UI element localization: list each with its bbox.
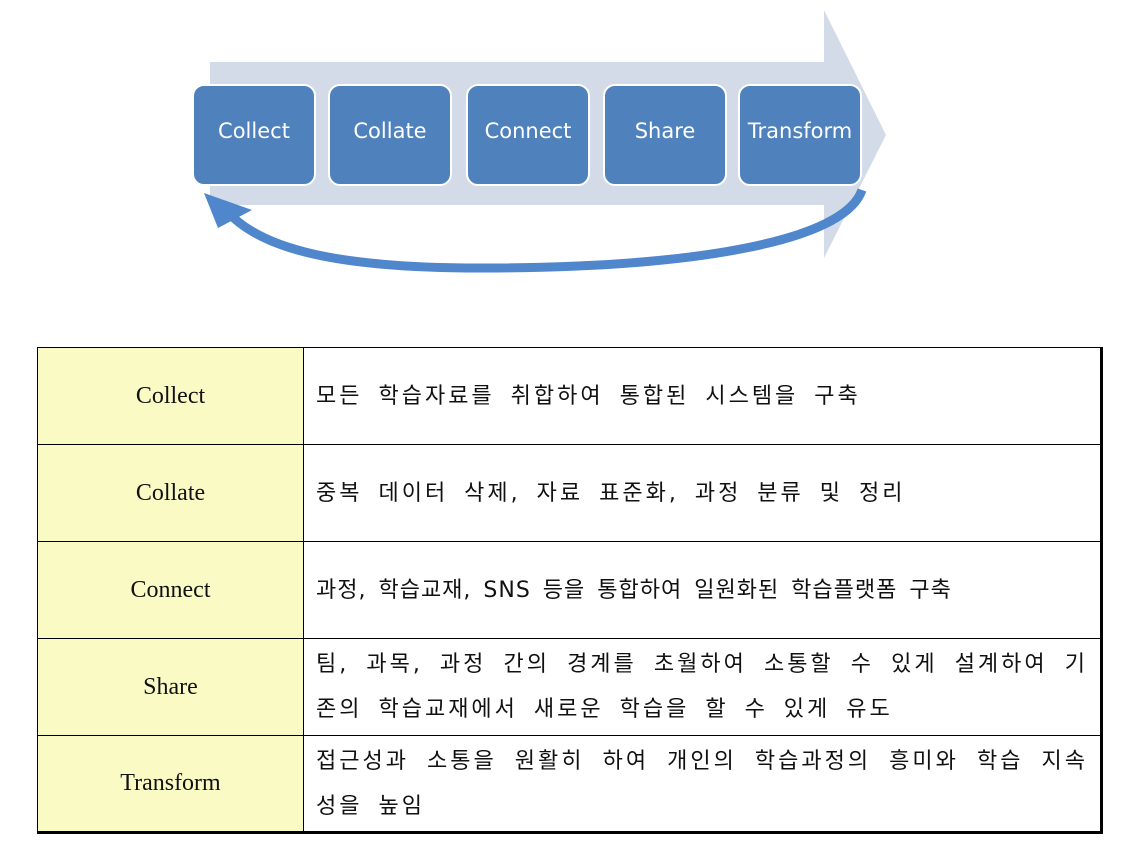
description-cell: 팀, 과목, 과정 간의 경계를 초월하여 소통할 수 있게 설계하여 기존의 … [303, 638, 1102, 736]
step-transform: Transform [738, 84, 862, 186]
step-connect: Connect [466, 84, 590, 186]
step-label: Connect [484, 119, 572, 143]
step-label: Collect [218, 119, 290, 143]
term-cell: Connect [37, 541, 304, 639]
term-cell: Share [37, 638, 304, 736]
table-row: Collate 중복 데이터 삭제, 자료 표준화, 과정 분류 및 정리 [37, 444, 1102, 542]
step-collect: Collect [192, 84, 316, 186]
term-cell: Collate [37, 444, 304, 542]
table-row: Transform 접근성과 소통을 원활히 하여 개인의 학습과정의 흥미와 … [37, 735, 1102, 833]
step-label: Collate [353, 119, 427, 143]
description-cell: 모든 학습자료를 취합하여 통합된 시스템을 구축 [303, 347, 1102, 445]
table-row: Share 팀, 과목, 과정 간의 경계를 초월하여 소통할 수 있게 설계하… [37, 638, 1102, 736]
table-row: Connect 과정, 학습교재, SNS 등을 통합하여 일원화된 학습플랫폼… [37, 541, 1102, 639]
description-cell: 중복 데이터 삭제, 자료 표준화, 과정 분류 및 정리 [303, 444, 1102, 542]
term-cell: Collect [37, 347, 304, 445]
step-collate: Collate [328, 84, 452, 186]
step-share: Share [603, 84, 727, 186]
table-row: Collect 모든 학습자료를 취합하여 통합된 시스템을 구축 [37, 347, 1102, 445]
definition-table: Collect 모든 학습자료를 취합하여 통합된 시스템을 구축 Collat… [37, 347, 1103, 834]
process-diagram: Collect Collate Connect Share Transform [0, 0, 1126, 300]
description-cell: 접근성과 소통을 원활히 하여 개인의 학습과정의 흥미와 학습 지속성을 높임 [303, 735, 1102, 833]
step-label: Share [634, 119, 696, 143]
step-label: Transform [747, 119, 853, 143]
term-cell: Transform [37, 735, 304, 833]
description-cell: 과정, 학습교재, SNS 등을 통합하여 일원화된 학습플랫폼 구축 [303, 541, 1102, 639]
